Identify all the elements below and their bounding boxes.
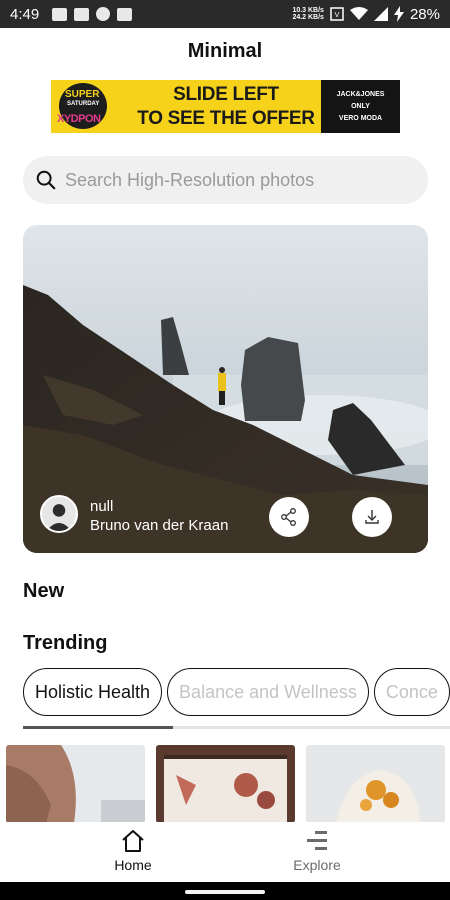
nav-explore-label: Explore <box>293 857 341 873</box>
charging-icon <box>393 6 404 22</box>
ad-brand-3: VERO MODA <box>338 114 383 122</box>
chip-holistic-health[interactable]: Holistic Health <box>23 668 163 716</box>
search-icon <box>36 170 56 190</box>
chip-scroll-indicator <box>23 726 173 729</box>
download-icon <box>365 510 379 524</box>
app-screen: 4:49 10.3 KB/s 24.2 KB/s V 28% Minimal S… <box>0 0 450 900</box>
nav-explore[interactable]: Explore <box>257 822 377 882</box>
system-navigation-bar <box>0 882 450 900</box>
share-button[interactable] <box>269 497 309 537</box>
image-icon <box>52 7 68 21</box>
ad-logo-line3: XYDPON <box>57 113 101 125</box>
wifi-icon <box>349 7 368 20</box>
net-speed: 10.3 KB/s 24.2 KB/s <box>292 7 324 21</box>
svg-text:V: V <box>335 12 340 19</box>
chip-conce[interactable]: Conce <box>373 668 450 716</box>
chip-balance-and-wellness[interactable]: Balance and Wellness <box>167 668 369 716</box>
nav-home-label: Home <box>114 857 152 873</box>
home-gesture-pill[interactable] <box>185 890 265 894</box>
author-avatar[interactable] <box>40 495 78 533</box>
photo-thumbnail-2[interactable] <box>156 745 295 823</box>
author-username: null <box>90 498 114 515</box>
app-title: Minimal <box>187 40 263 62</box>
bottom-navigation: Home Explore <box>0 822 450 882</box>
ad-logo-line2: SATURDAY <box>67 101 100 107</box>
download-button[interactable] <box>352 497 392 537</box>
photo-thumbnail-1[interactable] <box>6 745 145 823</box>
ad-headline: SLIDE LEFT TO SEE THE OFFER <box>131 80 321 133</box>
ad-brand-2: ONLY <box>351 102 370 110</box>
status-time: 4:49 <box>10 5 40 23</box>
signal-icon <box>373 7 388 21</box>
youtube-icon <box>74 7 90 21</box>
author-name[interactable]: Bruno van der Kraan <box>90 517 228 534</box>
photo-thumbnail-3[interactable] <box>306 745 445 823</box>
search-bar[interactable]: Search High-Resolution photos <box>23 156 428 204</box>
ad-headline-line2: TO SEE THE OFFER <box>137 107 315 129</box>
ad-headline-line1: SLIDE LEFT <box>173 83 279 105</box>
trending-chips: Holistic Health Balance and Wellness Con… <box>23 668 450 718</box>
volte-icon: V <box>330 7 344 21</box>
status-bar: 4:49 10.3 KB/s 24.2 KB/s V 28% <box>0 0 450 28</box>
ad-brands: JACK&JONES ONLY VERO MODA <box>321 80 400 133</box>
ad-logo: SUPER SATURDAY XYDPON <box>51 80 131 133</box>
spotify-icon <box>96 7 111 21</box>
net-speed-up: 10.3 KB/s <box>292 7 324 14</box>
battery-level: 28% <box>409 5 440 23</box>
net-speed-down: 24.2 KB/s <box>292 14 324 21</box>
explore-icon <box>307 831 327 850</box>
ad-brand-1: JACK&JONES <box>336 90 385 98</box>
ad-banner[interactable]: SUPER SATURDAY XYDPON SLIDE LEFT TO SEE … <box>51 80 400 133</box>
section-new-title: New <box>23 580 65 602</box>
nav-home[interactable]: Home <box>73 822 193 882</box>
search-placeholder: Search High-Resolution photos <box>65 169 315 190</box>
share-icon <box>281 508 296 526</box>
home-icon <box>122 830 144 852</box>
ad-logo-line1: SUPER <box>65 89 100 100</box>
keyboard-icon <box>117 7 133 21</box>
featured-photo-card[interactable]: null Bruno van der Kraan <box>23 225 428 553</box>
section-trending-title: Trending <box>23 632 108 654</box>
